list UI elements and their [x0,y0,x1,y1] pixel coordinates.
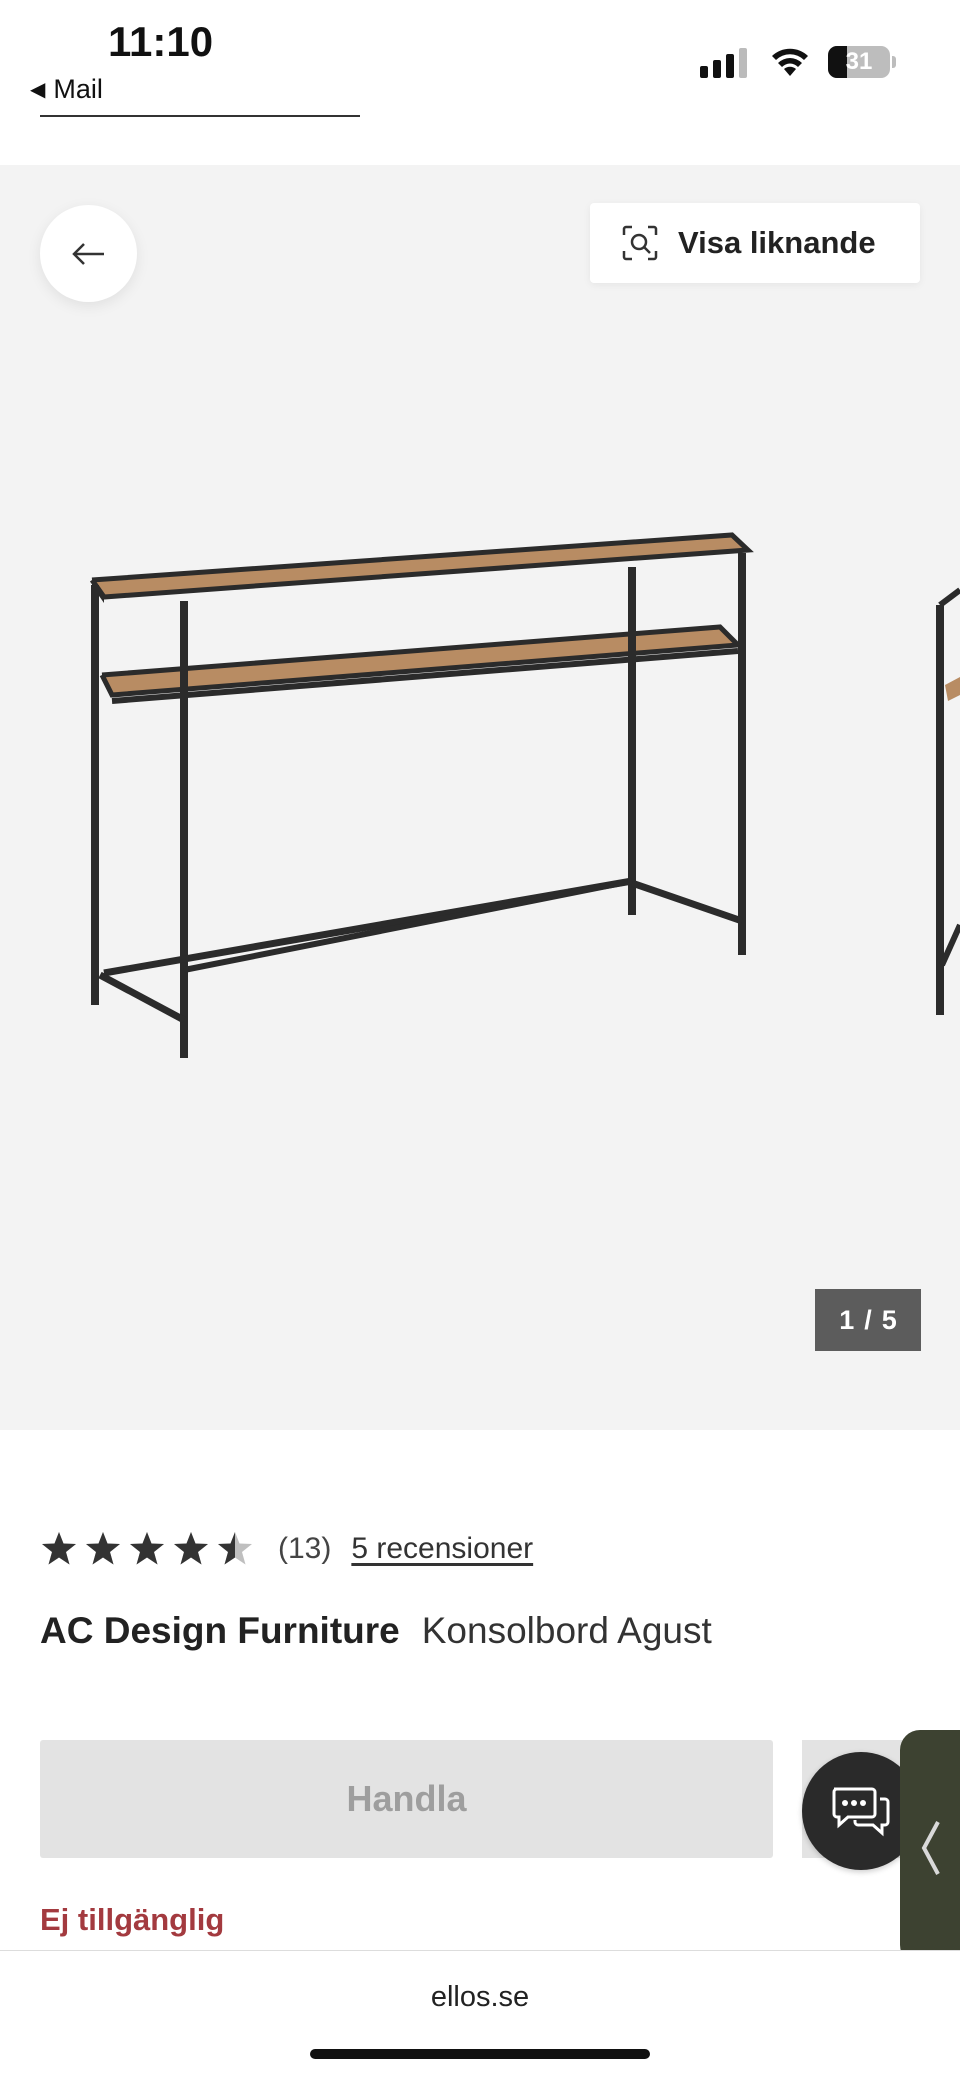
product-image-gallery[interactable]: Visa liknande 1 / 5 [0,165,960,1430]
status-time: 11:10 [108,18,214,65]
back-to-mail-link[interactable]: ◀ Mail [30,74,103,105]
product-image [89,532,960,1058]
star-icon [130,1532,164,1565]
star-rating [40,1530,254,1568]
battery-percent: 31 [845,48,873,75]
star-icon [218,1532,252,1565]
star-icon [174,1532,208,1565]
chat-bubbles-icon [832,1787,890,1837]
side-drawer-tab[interactable] [900,1730,960,1965]
buy-button[interactable]: Handla [40,1740,773,1858]
image-counter-current: 1 [839,1304,855,1335]
back-triangle-icon: ◀ [30,79,46,101]
product-name: Konsolbord Agust [421,1610,712,1651]
battery-tip [892,56,896,68]
visual-search-icon [622,225,658,261]
availability-status: Ej tillgänglig [40,1902,225,1937]
product-brand[interactable]: AC Design Furniture [40,1610,400,1652]
show-similar-label: Visa liknande [678,225,876,260]
url-label[interactable]: ellos.se [0,1981,960,2014]
buy-button-label: Handla [346,1778,467,1819]
star-icon [86,1532,120,1565]
rating-row: (13) 5 recensioner [40,1530,533,1568]
show-similar-button[interactable]: Visa liknande [590,203,920,283]
browser-address-bar[interactable]: ellos.se [0,1950,960,2078]
image-counter-total: 5 [881,1304,897,1335]
product-info: (13) 5 recensioner AC Design Furniture K… [0,1430,960,1965]
image-counter-separator: / [864,1304,872,1335]
back-button[interactable] [40,205,137,302]
address-underline [40,115,360,117]
battery-icon: 31 [828,46,890,78]
reviews-link[interactable]: 5 recensioner [351,1532,533,1566]
product-title: AC Design Furniture Konsolbord Agust [40,1610,712,1652]
status-bar: 11:10 ◀ Mail 31 [0,0,960,165]
chevron-left-icon [921,1820,940,1875]
review-count: (13) [278,1532,332,1565]
arrow-left-icon [71,242,104,265]
star-icon [42,1532,76,1565]
home-indicator[interactable] [310,2049,650,2059]
back-app-label: Mail [53,74,103,104]
cellular-signal-icon [700,46,747,78]
wifi-icon [772,48,808,76]
image-counter: 1 / 5 [815,1289,921,1351]
